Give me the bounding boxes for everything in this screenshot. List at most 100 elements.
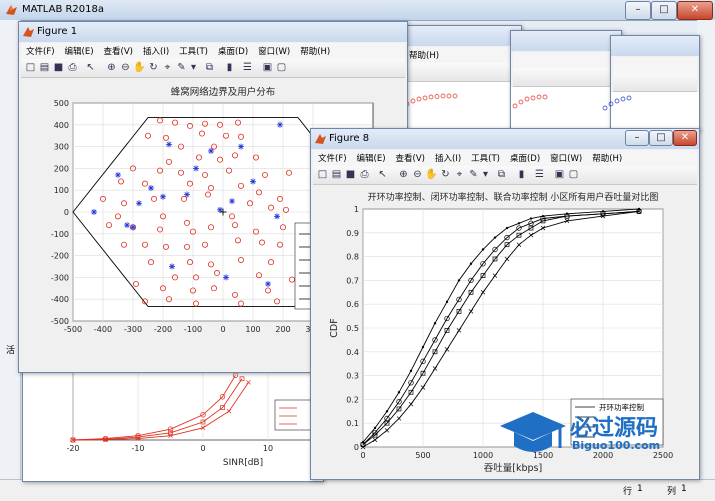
graduation-cap-icon bbox=[500, 412, 566, 452]
menu-item-1[interactable]: 编辑(E) bbox=[60, 43, 99, 57]
hide-tools-icon[interactable]: ▣ bbox=[553, 168, 566, 181]
x-tick-label: 0 bbox=[200, 444, 205, 453]
user-star-point bbox=[160, 193, 166, 200]
figure-8-minimize-button[interactable]: – bbox=[625, 130, 649, 146]
figure-8-close-button[interactable]: ✕ bbox=[673, 130, 697, 146]
menu-item-4[interactable]: 工具(T) bbox=[174, 43, 213, 57]
hide-tools-icon[interactable]: ▣ bbox=[261, 61, 274, 74]
close-button[interactable]: ✕ bbox=[677, 1, 713, 20]
user-star-point bbox=[136, 200, 142, 207]
status-col-label: 列 bbox=[667, 487, 677, 497]
pointer-icon[interactable]: ↖ bbox=[376, 168, 389, 181]
menu-item-1[interactable]: 编辑(E) bbox=[352, 150, 391, 164]
user-star-point bbox=[115, 171, 121, 178]
matlab-logo-icon bbox=[6, 5, 17, 15]
bg-mark bbox=[626, 95, 632, 101]
user-star-point bbox=[166, 141, 172, 148]
figure-8-toolbar: □ ▤ ■ ⎙ ↖ ⊕ ⊖ ✋ ↻ ⌖ ✎ ▾ ⧉ ▮ ☰ ▣ ▢ bbox=[313, 166, 697, 185]
x-tick-label: 200 bbox=[275, 325, 290, 334]
bg-mark bbox=[518, 99, 524, 105]
pointer-icon[interactable]: ↖ bbox=[84, 61, 97, 74]
series-point bbox=[457, 279, 461, 282]
menu-item-0[interactable]: 文件(F) bbox=[21, 43, 60, 57]
x-tick-label: 0 bbox=[220, 325, 225, 334]
new-file-icon[interactable]: □ bbox=[316, 168, 329, 181]
menu-item-5[interactable]: 桌面(D) bbox=[505, 150, 545, 164]
pan-icon[interactable]: ✋ bbox=[133, 61, 146, 74]
zoom-in-icon[interactable]: ⊕ bbox=[105, 61, 118, 74]
menu-item-3[interactable]: 插入(I) bbox=[138, 43, 174, 57]
figure-8-maximize-button[interactable]: □ bbox=[649, 130, 673, 146]
y-tick-label: 0 bbox=[64, 208, 69, 217]
menu-item-5[interactable]: 桌面(D) bbox=[213, 43, 253, 57]
y-tick-label: 0.1 bbox=[346, 419, 359, 428]
background-sinr-figure[interactable]: -20 -10 0 10 SINR[dB] bbox=[22, 365, 324, 482]
bg-mark bbox=[530, 95, 536, 101]
series-point bbox=[445, 300, 449, 304]
bg-mark bbox=[440, 93, 446, 99]
rotate-icon[interactable]: ↻ bbox=[439, 168, 452, 181]
menu-item-6[interactable]: 窗口(W) bbox=[253, 43, 295, 57]
series-point bbox=[493, 236, 497, 239]
user-star-point bbox=[274, 213, 280, 220]
y-tick-label: -400 bbox=[51, 295, 69, 304]
bg-mark bbox=[434, 94, 440, 99]
y-tick-label: 200 bbox=[54, 164, 69, 173]
menu-item-2[interactable]: 查看(V) bbox=[391, 150, 430, 164]
figure-8-title: Figure 8 bbox=[329, 133, 370, 144]
y-tick-label: -100 bbox=[51, 230, 69, 239]
x-tick-label: 500 bbox=[415, 451, 430, 460]
menu-item-3[interactable]: 插入(I) bbox=[430, 150, 466, 164]
link-icon[interactable]: ⧉ bbox=[203, 61, 216, 74]
dock-icon[interactable]: ▢ bbox=[275, 61, 288, 74]
legend-icon[interactable]: ☰ bbox=[241, 61, 254, 74]
pan-icon[interactable]: ✋ bbox=[425, 168, 438, 181]
print-icon[interactable]: ⎙ bbox=[358, 168, 371, 181]
y-tick-label: 0.3 bbox=[346, 372, 359, 381]
figure-1-title-bar: Figure 1 bbox=[19, 22, 407, 42]
series-point bbox=[481, 248, 485, 251]
series-point bbox=[529, 217, 533, 220]
print-icon[interactable]: ⎙ bbox=[66, 61, 79, 74]
save-icon[interactable]: ■ bbox=[52, 61, 65, 74]
save-icon[interactable]: ■ bbox=[344, 168, 357, 181]
maximize-button[interactable]: □ bbox=[651, 1, 677, 20]
user-star-point bbox=[91, 209, 97, 215]
colorbar-icon[interactable]: ▮ bbox=[515, 168, 528, 181]
link-icon[interactable]: ⧉ bbox=[495, 168, 508, 181]
zoom-out-icon[interactable]: ⊖ bbox=[119, 61, 132, 74]
menu-item-2[interactable]: 查看(V) bbox=[99, 43, 138, 57]
data-cursor-icon[interactable]: ⌖ bbox=[161, 61, 174, 74]
dropdown-icon[interactable]: ▾ bbox=[187, 61, 200, 74]
user-star-point bbox=[193, 165, 199, 172]
figure-8-menu-bar: 文件(F) 编辑(E) 查看(V) 插入(I) 工具(T) 桌面(D) 窗口(W) 帮助(H) bbox=[313, 150, 697, 166]
new-file-icon[interactable]: □ bbox=[24, 61, 37, 74]
open-folder-icon[interactable]: ▤ bbox=[330, 168, 343, 181]
dropdown-icon[interactable]: ▾ bbox=[479, 168, 492, 181]
rotate-icon[interactable]: ↻ bbox=[147, 61, 160, 74]
y-tick-label: -300 bbox=[51, 273, 69, 282]
colorbar-icon[interactable]: ▮ bbox=[223, 61, 236, 74]
bg-mark bbox=[416, 96, 422, 102]
x-tick-label: 10 bbox=[263, 444, 273, 453]
figure-icon bbox=[23, 27, 34, 37]
dock-icon[interactable]: ▢ bbox=[567, 168, 580, 181]
minimize-button[interactable]: – bbox=[625, 1, 651, 20]
zoom-out-icon[interactable]: ⊖ bbox=[411, 168, 424, 181]
zoom-in-icon[interactable]: ⊕ bbox=[397, 168, 410, 181]
menu-item-0[interactable]: 文件(F) bbox=[313, 150, 352, 164]
bg-mark bbox=[602, 105, 608, 111]
figure-1-title: Figure 1 bbox=[37, 26, 78, 37]
menu-item-4[interactable]: 工具(T) bbox=[466, 150, 505, 164]
menu-item-7[interactable]: 帮助(H) bbox=[295, 43, 335, 57]
user-star-point bbox=[229, 198, 235, 205]
legend-icon[interactable]: ☰ bbox=[533, 168, 546, 181]
data-cursor-icon[interactable]: ⌖ bbox=[453, 168, 466, 181]
bg-mark bbox=[446, 93, 452, 99]
menu-item-7[interactable]: 帮助(H) bbox=[587, 150, 627, 164]
bg-mark bbox=[512, 103, 518, 109]
menu-item-6[interactable]: 窗口(W) bbox=[545, 150, 587, 164]
x-tick-label: -500 bbox=[64, 325, 82, 334]
background-red-curve-marks bbox=[405, 93, 632, 111]
open-folder-icon[interactable]: ▤ bbox=[38, 61, 51, 74]
